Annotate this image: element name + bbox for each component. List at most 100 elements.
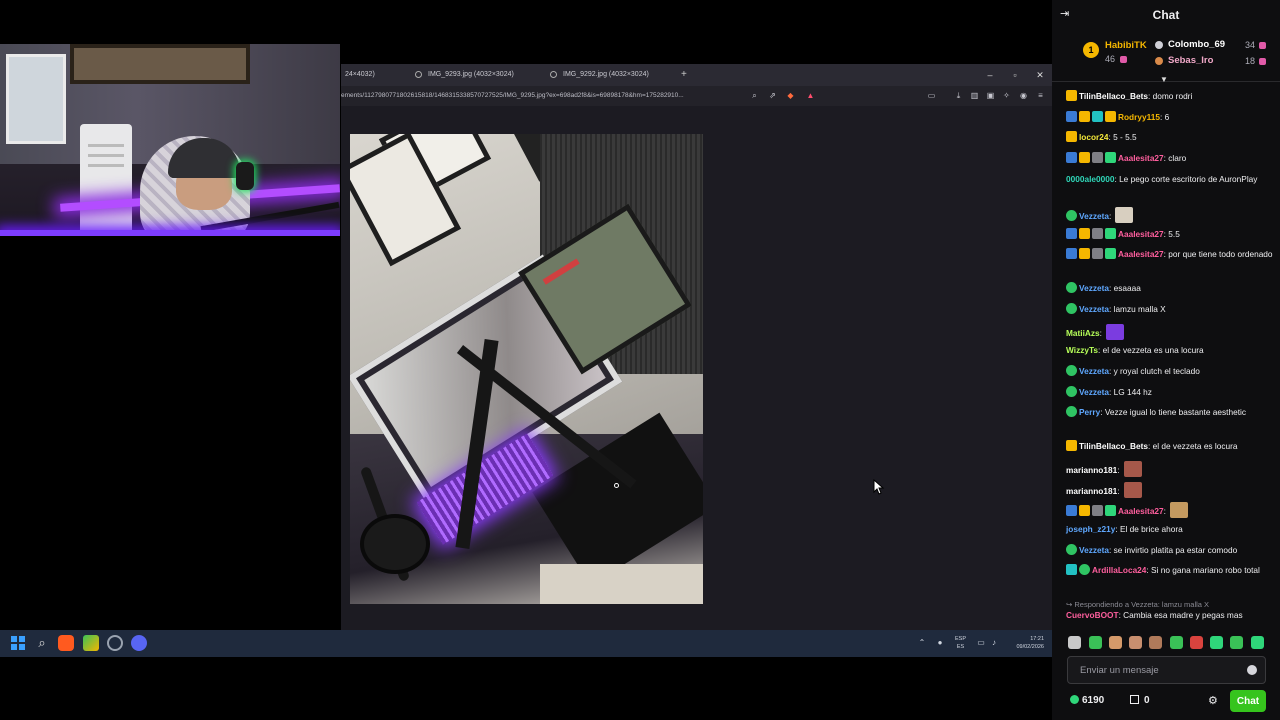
brave-shield-icon[interactable]: ◆ bbox=[785, 90, 796, 101]
sub-badge-icon[interactable] bbox=[1092, 248, 1103, 259]
maximize-icon[interactable]: ▫ bbox=[1006, 64, 1024, 86]
microphone-icon[interactable]: ● bbox=[935, 638, 945, 648]
gift-leaderboard[interactable]: 1 HabibiTK 46 Colombo_69 34 Sebas_Iro 18… bbox=[1052, 30, 1280, 84]
chat-username[interactable]: Vezzeta bbox=[1079, 283, 1109, 293]
minimize-icon[interactable]: – bbox=[981, 64, 999, 86]
windows-start-icon[interactable] bbox=[10, 635, 26, 651]
emoji-picker-icon[interactable] bbox=[1247, 665, 1257, 675]
browser-tab[interactable]: IMG_9292.jpg (4032×3024) bbox=[546, 64, 676, 86]
brave-browser-icon[interactable] bbox=[58, 635, 74, 651]
ver-badge-icon[interactable] bbox=[1066, 210, 1077, 221]
crown-badge-icon[interactable] bbox=[1066, 90, 1077, 101]
browser-tab[interactable]: 24×4032) bbox=[341, 64, 401, 86]
crown-badge-icon[interactable] bbox=[1079, 248, 1090, 259]
leaderboard-name[interactable]: HabibiTK bbox=[1105, 40, 1147, 51]
ver-badge-icon[interactable] bbox=[1079, 564, 1090, 575]
chat-username[interactable]: marianno181 bbox=[1066, 486, 1117, 496]
share-icon[interactable]: ⇗ bbox=[767, 90, 778, 101]
emote-icon[interactable] bbox=[1089, 636, 1102, 649]
chat-username[interactable]: CuervoBOOT bbox=[1066, 610, 1119, 620]
expand-leaderboard-icon[interactable]: ▼ bbox=[1160, 75, 1168, 84]
volume-icon[interactable]: ♪ bbox=[989, 638, 999, 648]
app-icon[interactable] bbox=[83, 635, 99, 651]
emote-icon[interactable] bbox=[1068, 636, 1081, 649]
prime-badge-icon[interactable] bbox=[1066, 505, 1077, 516]
desk-setup-photo[interactable] bbox=[350, 134, 703, 604]
extensions-icon[interactable]: ✧ bbox=[1001, 90, 1012, 101]
tray-chevron-icon[interactable]: ⌃ bbox=[917, 638, 927, 648]
chat-username[interactable]: Rodryy115 bbox=[1118, 112, 1160, 122]
wallet-icon[interactable]: ◉ bbox=[1018, 90, 1029, 101]
chat-username[interactable]: MatiiAzs bbox=[1066, 328, 1100, 338]
close-icon[interactable]: ✕ bbox=[1031, 64, 1049, 86]
crown-badge-icon[interactable] bbox=[1079, 111, 1090, 122]
chat-username[interactable]: Vezzeta bbox=[1079, 545, 1109, 555]
chat-username[interactable]: marianno181 bbox=[1066, 465, 1117, 475]
new-tab-button[interactable]: + bbox=[681, 64, 687, 86]
ver-badge-icon[interactable] bbox=[1066, 365, 1077, 376]
emote-icon[interactable] bbox=[1230, 636, 1243, 649]
ver-badge-icon[interactable] bbox=[1066, 282, 1077, 293]
teal-badge-icon[interactable] bbox=[1066, 564, 1077, 575]
prime-badge-icon[interactable] bbox=[1066, 228, 1077, 239]
chat-username[interactable]: Vezzeta bbox=[1079, 387, 1109, 397]
chat-username[interactable]: Aaalesita27 bbox=[1118, 153, 1164, 163]
gift-badge-icon[interactable] bbox=[1105, 152, 1116, 163]
chat-message-input[interactable] bbox=[1080, 657, 1240, 683]
chat-username[interactable]: locor24 bbox=[1079, 132, 1109, 142]
chat-username[interactable]: Aaalesita27 bbox=[1118, 506, 1164, 516]
leaderboard-name[interactable]: Sebas_Iro bbox=[1168, 55, 1213, 66]
chat-username[interactable]: TilinBellaco_Bets bbox=[1079, 441, 1148, 451]
emote-icon[interactable] bbox=[1109, 636, 1122, 649]
browser-tab[interactable]: IMG_9293.jpg (4032×3024) bbox=[411, 64, 541, 86]
language-indicator[interactable]: ESP ES bbox=[955, 635, 966, 651]
gold-badge-icon[interactable] bbox=[1105, 111, 1116, 122]
gear-icon[interactable]: ⚙ bbox=[1208, 694, 1218, 707]
channel-points[interactable]: 6190 bbox=[1070, 695, 1104, 706]
sub-badge-icon[interactable] bbox=[1092, 228, 1103, 239]
prime-badge-icon[interactable] bbox=[1066, 248, 1077, 259]
reader-icon[interactable]: ▥ bbox=[969, 90, 980, 101]
chat-username[interactable]: WizzyTs bbox=[1066, 345, 1098, 355]
chat-username[interactable]: ArdillaLoca24 bbox=[1092, 565, 1146, 575]
sub-badge-icon[interactable] bbox=[1092, 152, 1103, 163]
download-icon[interactable]: ⤓ bbox=[953, 90, 964, 101]
discord-icon[interactable] bbox=[131, 635, 147, 651]
chat-username[interactable]: joseph_z21y bbox=[1066, 524, 1115, 534]
crown-badge-icon[interactable] bbox=[1079, 152, 1090, 163]
sub-badge-icon[interactable] bbox=[1092, 505, 1103, 516]
ver-badge-icon[interactable] bbox=[1066, 386, 1077, 397]
chat-username[interactable]: 0000ale0000 bbox=[1066, 174, 1114, 184]
emote-icon[interactable] bbox=[1251, 636, 1264, 649]
prime-badge-icon[interactable] bbox=[1066, 152, 1077, 163]
crown-badge-icon[interactable] bbox=[1066, 440, 1077, 451]
ver-badge-icon[interactable] bbox=[1066, 303, 1077, 314]
zoom-icon[interactable]: ⌕ bbox=[749, 90, 760, 101]
emote-icon[interactable] bbox=[1190, 636, 1203, 649]
chat-username[interactable]: Aaalesita27 bbox=[1118, 229, 1164, 239]
leaderboard-name[interactable]: Colombo_69 bbox=[1168, 39, 1225, 50]
ver-badge-icon[interactable] bbox=[1066, 544, 1077, 555]
rewards-icon[interactable]: ▲ bbox=[805, 90, 816, 101]
send-chat-button[interactable]: Chat bbox=[1230, 690, 1266, 712]
emote-icon[interactable] bbox=[1170, 636, 1183, 649]
address-bar[interactable]: ements/1127980771802615818/1468315338570… bbox=[341, 86, 1052, 106]
chat-username[interactable]: Vezzeta bbox=[1079, 304, 1109, 314]
crown-badge-icon[interactable] bbox=[1079, 505, 1090, 516]
system-clock[interactable]: 17:21 09/02/2026 bbox=[1002, 635, 1044, 651]
sidebar-icon[interactable]: ▭ bbox=[926, 90, 937, 101]
url-text[interactable]: ements/1127980771802615818/1468315338570… bbox=[341, 86, 746, 106]
chat-username[interactable]: Perry bbox=[1079, 407, 1100, 417]
network-icon[interactable]: ▭ bbox=[976, 638, 986, 648]
search-icon[interactable]: ⌕ bbox=[34, 635, 50, 651]
prime-badge-icon[interactable] bbox=[1066, 111, 1077, 122]
chat-input-box[interactable] bbox=[1067, 656, 1266, 684]
crown-badge-icon[interactable] bbox=[1066, 131, 1077, 142]
teal-badge-icon[interactable] bbox=[1092, 111, 1103, 122]
emote-icon[interactable] bbox=[1210, 636, 1223, 649]
chat-username[interactable]: TilinBellaco_Bets bbox=[1079, 91, 1148, 101]
emote-icon[interactable] bbox=[1129, 636, 1142, 649]
store-button[interactable]: 0 bbox=[1130, 695, 1150, 706]
ver-badge-icon[interactable] bbox=[1066, 406, 1077, 417]
chat-username[interactable]: Vezzeta bbox=[1079, 211, 1109, 221]
